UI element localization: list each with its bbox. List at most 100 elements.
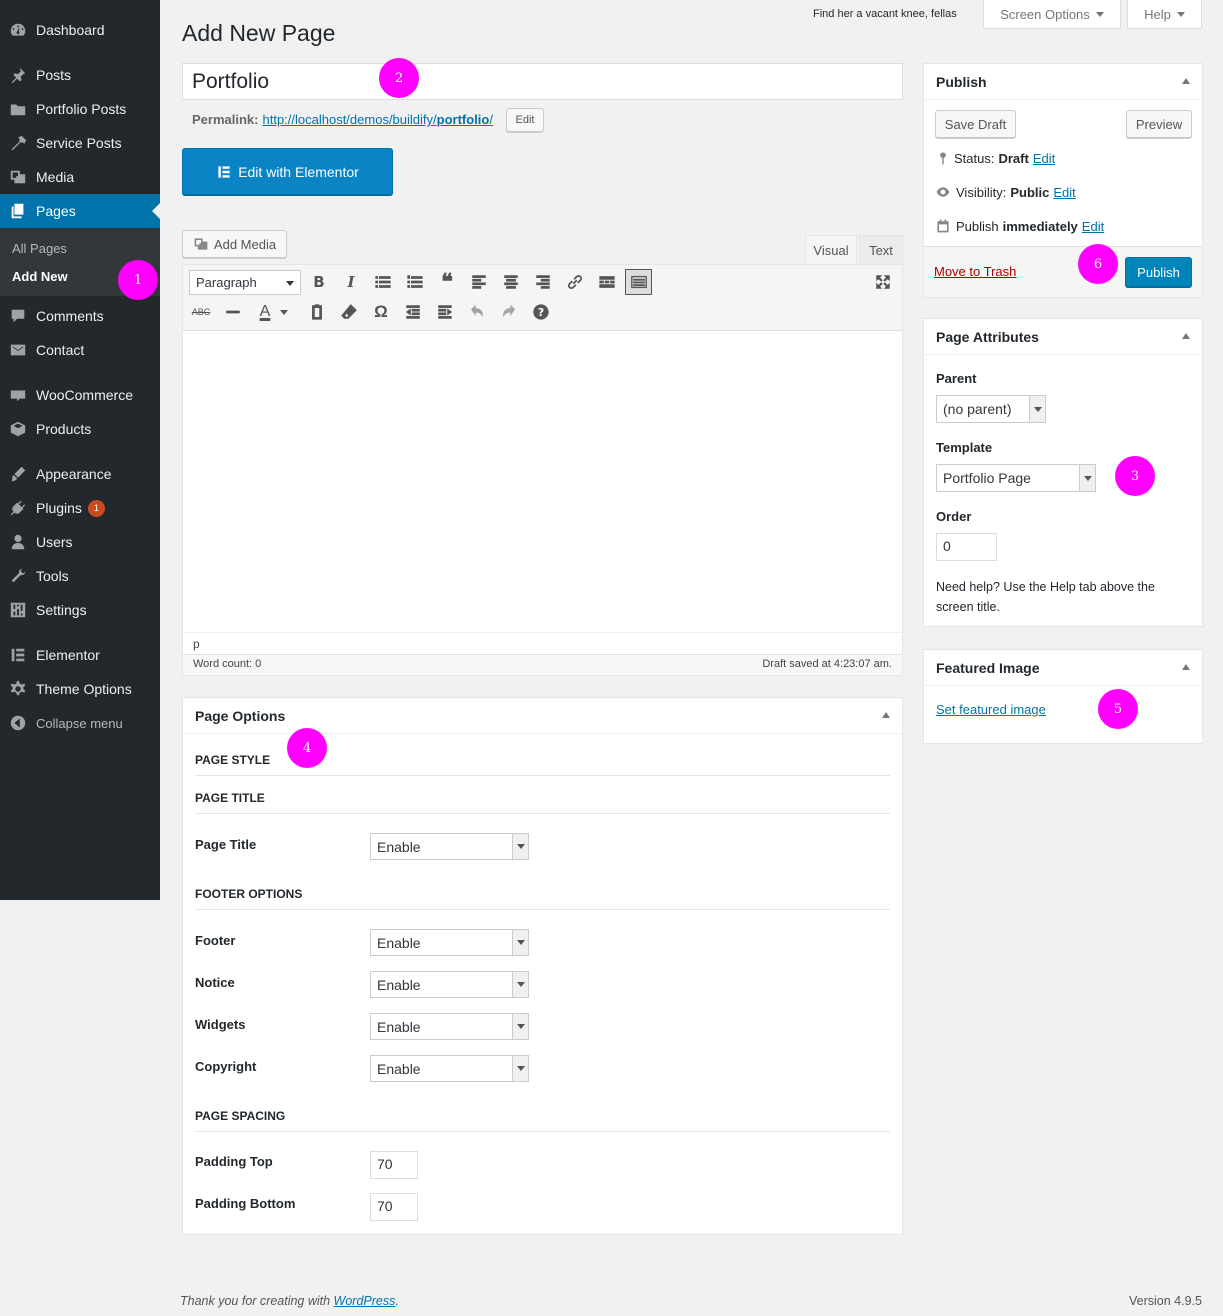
notice-select[interactable]: Enable <box>370 971 529 998</box>
nav-service-posts[interactable]: Service Posts <box>0 126 160 160</box>
footer-select[interactable]: Enable <box>370 929 529 956</box>
tab-visual[interactable]: Visual <box>805 235 857 264</box>
save-draft-button[interactable]: Save Draft <box>935 110 1016 138</box>
padding-bottom-input[interactable]: 70 <box>370 1193 418 1221</box>
format-select[interactable]: Paragraph <box>189 270 301 295</box>
undo-icon[interactable] <box>465 300 489 324</box>
permalink-edit-button[interactable]: Edit <box>506 108 544 132</box>
blockquote-icon[interactable]: ❝ <box>435 269 459 294</box>
tab-text[interactable]: Text <box>859 235 903 264</box>
chevron-up-icon[interactable] <box>1182 664 1190 670</box>
nav-users[interactable]: Users <box>0 525 160 559</box>
chevron-up-icon[interactable] <box>1182 78 1190 84</box>
widgets-label: Widgets <box>195 1017 246 1032</box>
nav-contact[interactable]: Contact <box>0 333 160 367</box>
template-select[interactable]: Portfolio Page <box>936 464 1096 492</box>
chevron-up-icon[interactable] <box>882 712 890 718</box>
horizontal-line-icon[interactable] <box>221 300 245 324</box>
publish-button[interactable]: Publish <box>1125 257 1192 287</box>
nav-settings[interactable]: Settings <box>0 593 160 627</box>
nav-appearance[interactable]: Appearance <box>0 457 160 491</box>
bold-icon[interactable]: B <box>307 270 331 294</box>
editor-content-area[interactable] <box>183 331 902 631</box>
bullet-list-icon[interactable] <box>371 270 395 294</box>
widgets-select[interactable]: Enable <box>370 1013 529 1040</box>
footer-thanks-text: Thank you for creating with <box>180 1294 334 1308</box>
page-options-header[interactable]: Page Options <box>183 698 902 734</box>
fullscreen-icon[interactable] <box>871 270 895 294</box>
copyright-select[interactable]: Enable <box>370 1055 529 1082</box>
padding-top-input[interactable]: 70 <box>370 1151 418 1179</box>
nav-media[interactable]: Media <box>0 160 160 194</box>
page-title-select[interactable]: Enable <box>370 833 529 860</box>
help-tab[interactable]: Help <box>1127 0 1202 29</box>
outdent-icon[interactable] <box>401 300 425 324</box>
comment-icon <box>0 307 36 325</box>
featured-image-header[interactable]: Featured Image <box>924 650 1202 686</box>
screen-options-tab[interactable]: Screen Options <box>983 0 1121 29</box>
link-icon[interactable] <box>563 270 587 294</box>
strikethrough-icon[interactable]: ABC <box>189 300 213 324</box>
nav-portfolio-posts[interactable]: Portfolio Posts <box>0 92 160 126</box>
help-icon[interactable]: ? <box>529 300 553 324</box>
wordpress-link[interactable]: WordPress <box>334 1294 396 1308</box>
nav-pages[interactable]: Pages <box>0 194 160 228</box>
hammer-icon <box>0 134 36 152</box>
move-to-trash-link[interactable]: Move to Trash <box>934 264 1016 279</box>
publish-value: immediately <box>1002 218 1078 234</box>
align-right-icon[interactable] <box>531 270 555 294</box>
nav-elementor[interactable]: Elementor <box>0 638 160 672</box>
indent-icon[interactable] <box>433 300 457 324</box>
nav-tools[interactable]: Tools <box>0 559 160 593</box>
nav-plugins[interactable]: Plugins 1 <box>0 491 160 525</box>
numbered-list-icon[interactable] <box>403 270 427 294</box>
nav-posts[interactable]: Posts <box>0 58 160 92</box>
paste-text-icon[interactable] <box>305 300 329 324</box>
publish-date-edit-link[interactable]: Edit <box>1082 219 1104 234</box>
chevron-up-icon[interactable] <box>1182 333 1190 339</box>
nav-comments[interactable]: Comments <box>0 299 160 333</box>
toolbar-toggle-icon[interactable] <box>625 269 652 295</box>
divider <box>195 813 890 814</box>
calendar-icon <box>937 219 949 233</box>
nav-dashboard[interactable]: Dashboard <box>0 13 160 47</box>
submenu-add-new[interactable]: Add New <box>12 269 68 284</box>
parent-select[interactable]: (no parent) <box>936 395 1046 423</box>
editor-toolbar: Paragraph B I ❝ ABC A Ω ? <box>183 265 902 331</box>
align-center-icon[interactable] <box>499 270 523 294</box>
text-color-icon[interactable]: A <box>253 300 277 324</box>
padding-top-label: Padding Top <box>195 1154 273 1169</box>
visibility-edit-link[interactable]: Edit <box>1053 185 1075 200</box>
set-featured-image-link[interactable]: Set featured image <box>936 702 1046 717</box>
page-attributes-header[interactable]: Page Attributes <box>924 319 1202 355</box>
chevron-down-icon[interactable] <box>277 300 291 324</box>
nav-woocommerce[interactable]: WooCommerce <box>0 378 160 412</box>
read-more-icon[interactable] <box>595 270 619 294</box>
nav-products[interactable]: Products <box>0 412 160 446</box>
chevron-down-icon <box>1176 11 1185 17</box>
publish-label: Publish <box>956 218 999 234</box>
nav-theme-options[interactable]: Theme Options <box>0 672 160 706</box>
publish-header[interactable]: Publish <box>924 64 1202 100</box>
nav-label: Posts <box>36 67 72 83</box>
post-title-input[interactable]: Portfolio <box>182 63 903 100</box>
order-input[interactable]: 0 <box>936 533 997 561</box>
status-edit-link[interactable]: Edit <box>1033 151 1055 166</box>
status-row: Status: Draft Edit <box>936 150 1055 166</box>
align-left-icon[interactable] <box>467 270 491 294</box>
order-label: Order <box>936 509 972 524</box>
submenu-all-pages[interactable]: All Pages <box>12 241 67 256</box>
nav-collapse-menu[interactable]: Collapse menu <box>0 706 160 740</box>
italic-icon[interactable]: I <box>339 270 363 294</box>
preview-button[interactable]: Preview <box>1126 110 1192 138</box>
edit-with-elementor-button[interactable]: Edit with Elementor <box>182 148 393 195</box>
clear-formatting-icon[interactable] <box>337 300 361 324</box>
nav-label: Settings <box>36 602 87 618</box>
permalink-link[interactable]: http://localhost/demos/buildify/portfoli… <box>262 112 493 127</box>
special-character-icon[interactable]: Ω <box>369 300 393 324</box>
chevron-down-icon <box>1079 465 1095 491</box>
add-media-button[interactable]: Add Media <box>182 230 287 258</box>
nav-label: Theme Options <box>36 681 132 697</box>
redo-icon[interactable] <box>497 300 521 324</box>
editor-path: p <box>193 637 200 651</box>
